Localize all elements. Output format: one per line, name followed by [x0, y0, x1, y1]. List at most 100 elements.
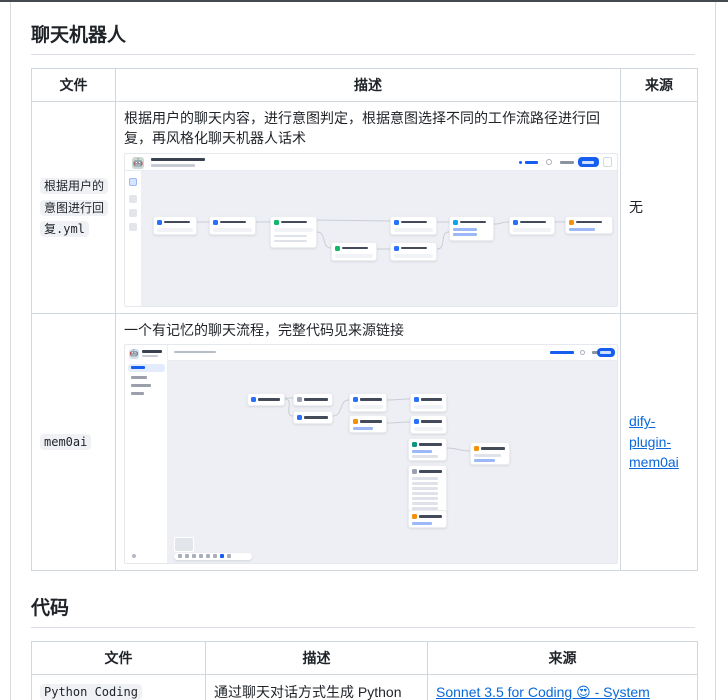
node-bar-row [412, 487, 439, 490]
node-type-icon [453, 219, 458, 225]
canvas-toolbar [174, 552, 252, 560]
col-header-file: 文件 [31, 68, 116, 102]
description-text: 通过聊天对话方式生成 Python 代码 [214, 683, 402, 700]
node-bar-row [412, 497, 439, 500]
node-type-icon [569, 219, 574, 225]
workflow-node [449, 215, 494, 241]
node-pill-row [394, 253, 433, 259]
settings-icon [546, 159, 552, 166]
node-title-bar [520, 220, 546, 224]
node-header [412, 513, 443, 520]
node-title-bar [342, 246, 368, 250]
node-bar-row [474, 454, 502, 457]
node-title-bar [421, 420, 442, 423]
nav-label-bar [131, 366, 145, 370]
workflow-node [293, 410, 333, 424]
draft-status-bar [174, 350, 216, 354]
workflow1-header: 🤖 [125, 153, 617, 171]
description-cell: 一个有记忆的聊天流程，完整代码见来源链接 🤖 [115, 312, 621, 571]
node-type-icon [394, 219, 399, 225]
node-header [274, 219, 313, 226]
node-pill-row [513, 227, 551, 233]
description-text: 根据用户的聊天内容，进行意图判定，根据意图选择不同的工作流路径进行回复，再风格化… [124, 110, 600, 147]
workflow-node [408, 464, 447, 513]
table-header-row: 文件 描述 来源 [31, 68, 698, 102]
node-pill-row [157, 227, 193, 233]
node-type-icon [251, 396, 256, 402]
source-link-sonnet-prompt[interactable]: Sonnet 3.5 for Coding 😍 - System Prompt [436, 684, 650, 700]
chatbot-table: 文件 描述 来源 根据用户的意图进行回复.yml 根据用户的聊天内容，进行意图判… [31, 68, 698, 571]
node-title-bar [304, 398, 328, 401]
node-pill-row [394, 227, 433, 233]
workflow-node [209, 215, 256, 236]
workflow2-sidebar: 🤖 [125, 344, 168, 563]
workflow-node [247, 392, 285, 406]
description-cell: 根据用户的聊天内容，进行意图判定，根据意图选择不同的工作流路径进行回复，再风格化… [115, 101, 621, 314]
workflow-node [349, 392, 387, 413]
workflow-node [410, 392, 447, 413]
workflow-screenshot-mem0ai[interactable]: 🤖 [124, 343, 618, 564]
description-cell: 通过聊天对话方式生成 Python 代码 [205, 673, 428, 700]
content-frame: 聊天机器人 文件 描述 来源 根据用户的意图进行回复.yml 根据用户的聊天内容… [10, 2, 716, 700]
node-type-icon [274, 219, 279, 225]
app-subtitle-bar [142, 355, 158, 358]
workflow-node [390, 215, 437, 236]
node-blue-row [453, 228, 478, 231]
node-title-bar [419, 515, 442, 518]
workflow-node [509, 215, 555, 236]
toolbar-icon [185, 554, 189, 559]
source-none-text: 无 [629, 199, 643, 216]
node-title-bar [576, 220, 602, 224]
workflow-node [408, 509, 447, 528]
panel-toggle-button [603, 157, 612, 168]
source-link-mem0ai[interactable]: dify-plugin-mem0ai [629, 413, 679, 470]
node-type-icon [414, 396, 419, 402]
node-type-icon [412, 513, 417, 519]
app-icon: 🤖 [129, 348, 139, 359]
description-text: 一个有记忆的聊天流程，完整代码见来源链接 [124, 321, 404, 338]
node-blue-row [353, 427, 373, 430]
node-title-bar [401, 246, 427, 250]
node-bar-row [412, 492, 439, 495]
table-row: mem0ai 一个有记忆的聊天流程，完整代码见来源链接 🤖 dify-plugi… [31, 312, 698, 571]
source-cell: 无 [620, 101, 698, 314]
node-header [414, 418, 443, 425]
sidebar-add-icon [132, 553, 136, 558]
node-header [297, 414, 329, 421]
node-title-bar [360, 398, 382, 401]
sidebar-workflow-icon [129, 177, 137, 186]
publish-button [597, 347, 615, 357]
node-title-bar [460, 220, 486, 224]
node-title-bar [360, 420, 382, 423]
col-header-source: 来源 [427, 640, 698, 675]
run-label-bar [525, 160, 538, 164]
workflow-node [470, 441, 510, 465]
file-name-code: 根据用户的意图进行回复.yml [40, 178, 109, 237]
node-bar-row [274, 239, 308, 243]
node-bar-row [274, 234, 308, 238]
workflow-node [153, 215, 197, 236]
node-header [412, 441, 443, 448]
node-pill-row [213, 227, 252, 233]
node-title-bar [401, 220, 427, 224]
file-cell: 根据用户的意图进行回复.yml [31, 101, 116, 314]
node-type-icon [394, 245, 399, 251]
run-icon [519, 160, 522, 164]
readme-page: 聊天机器人 文件 描述 来源 根据用户的意图进行回复.yml 根据用户的聊天内容… [0, 0, 728, 700]
node-type-icon [213, 219, 218, 225]
app-subtitle-bar [151, 164, 195, 167]
node-type-icon [297, 414, 302, 420]
workflow2-header [168, 344, 617, 361]
node-type-icon [412, 468, 417, 474]
table-row: Python Coding Prompt.yml 通过聊天对话方式生成 Pyth… [31, 673, 698, 700]
node-header [394, 219, 433, 226]
node-header [157, 219, 193, 226]
node-type-icon [412, 441, 417, 447]
toolbar-icon [227, 554, 231, 559]
code-table: 文件 描述 来源 Python Coding Prompt.yml 通过聊天对话… [31, 640, 698, 700]
file-cell: Python Coding Prompt.yml [31, 673, 206, 700]
toolbar-icon [192, 554, 196, 559]
node-header [513, 219, 551, 226]
node-header [453, 219, 490, 226]
workflow-screenshot-intent[interactable]: 🤖 [124, 152, 618, 307]
